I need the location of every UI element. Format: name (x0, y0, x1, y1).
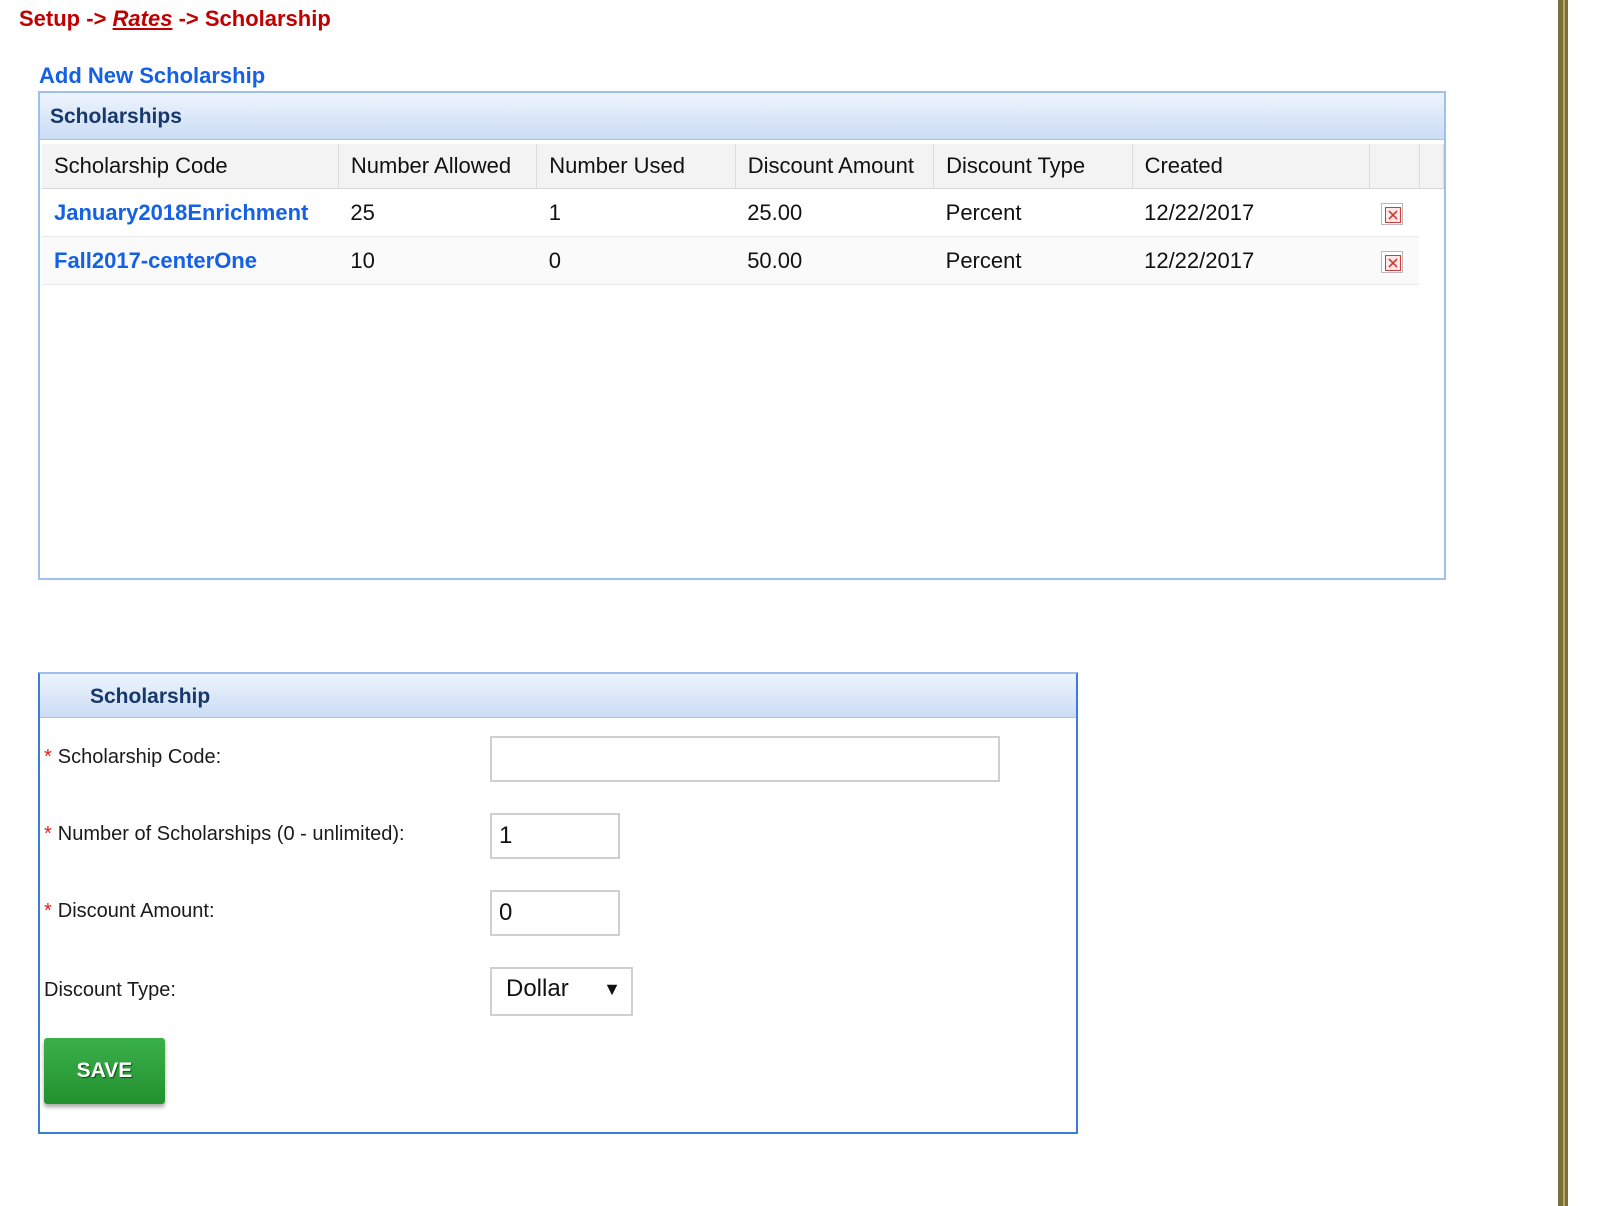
scholarship-code-link[interactable]: Fall2017-centerOne (42, 236, 339, 285)
column-header-allowed[interactable]: Number Allowed (338, 144, 538, 189)
column-header-amount[interactable]: Discount Amount (735, 144, 935, 189)
created-cell: 12/22/2017 (1132, 188, 1370, 237)
column-header-type[interactable]: Discount Type (933, 144, 1133, 189)
discount-amount-cell: 50.00 (735, 236, 934, 285)
spacer-cell (1419, 236, 1444, 285)
breadcrumb-separator: -> (80, 6, 113, 31)
discount-type-cell: Percent (933, 236, 1133, 285)
breadcrumb-separator: -> (172, 6, 205, 31)
column-header-actions (1369, 144, 1420, 189)
spacer-cell (1419, 188, 1444, 237)
panel-title: Scholarships (40, 93, 1444, 140)
discount-type-cell: Percent (933, 188, 1133, 237)
discount-amount-label-text: Discount Amount: (57, 900, 215, 922)
column-header-created[interactable]: Created (1132, 144, 1370, 189)
save-button[interactable]: SAVE (44, 1038, 165, 1104)
breadcrumb-rates-link[interactable]: Rates (113, 6, 173, 31)
table-row: Fall2017-centerOne 10 0 50.00 Percent 12… (42, 236, 1444, 285)
discount-amount-cell: 25.00 (735, 188, 934, 237)
table-header-row: Scholarship Code Number Allowed Number U… (42, 144, 1445, 189)
discount-type-label: Discount Type: (44, 979, 176, 1001)
scholarship-form-panel: Scholarship * Scholarship Code: * Number o… (38, 672, 1078, 1134)
number-of-scholarships-label-text: Number of Scholarships (0 - unlimited): (57, 823, 405, 845)
number-allowed-cell: 10 (338, 236, 537, 285)
number-of-scholarships-input[interactable] (490, 813, 620, 859)
scholarships-table: Scholarship Code Number Allowed Number U… (42, 144, 1445, 285)
discount-type-selected: Dollar (506, 975, 569, 1002)
breadcrumb-setup: Setup (19, 6, 81, 31)
dropdown-arrow-icon: ▼ (603, 979, 621, 999)
discount-type-select[interactable]: Dollar ▼ (490, 967, 633, 1016)
breadcrumb: Setup -> Rates -> Scholarship (19, 6, 331, 32)
number-allowed-cell: 25 (338, 188, 537, 237)
required-marker: * (44, 746, 52, 768)
column-header-spacer (1419, 144, 1445, 189)
window-edge-highlight (1563, 0, 1565, 1206)
scholarship-code-input[interactable] (490, 736, 1000, 782)
required-marker: * (44, 900, 52, 922)
delete-icon[interactable] (1381, 202, 1404, 225)
number-used-cell: 1 (536, 188, 736, 237)
breadcrumb-current: Scholarship (204, 6, 331, 31)
scholarship-code-link[interactable]: January2018Enrichment (42, 188, 339, 237)
column-header-used[interactable]: Number Used (536, 144, 736, 189)
scholarship-code-label: * Scholarship Code: (44, 746, 221, 769)
number-used-cell: 0 (536, 236, 736, 285)
form-title: Scholarship (40, 674, 1076, 718)
table-row: January2018Enrichment 25 1 25.00 Percent… (42, 188, 1444, 237)
scholarships-panel: Scholarships Scholarship Code Number All… (38, 91, 1446, 580)
actions-cell (1369, 236, 1420, 285)
add-new-scholarship-link[interactable]: Add New Scholarship (39, 63, 265, 89)
scholarship-code-label-text: Scholarship Code: (57, 746, 222, 768)
actions-cell (1369, 188, 1420, 237)
delete-icon[interactable] (1381, 250, 1404, 273)
discount-amount-input[interactable] (490, 890, 620, 936)
discount-amount-label: * Discount Amount: (44, 900, 215, 923)
number-of-scholarships-label: * Number of Scholarships (0 - unlimited): (44, 823, 405, 846)
required-marker: * (44, 823, 52, 845)
column-header-code[interactable]: Scholarship Code (42, 144, 339, 189)
created-cell: 12/22/2017 (1132, 236, 1370, 285)
